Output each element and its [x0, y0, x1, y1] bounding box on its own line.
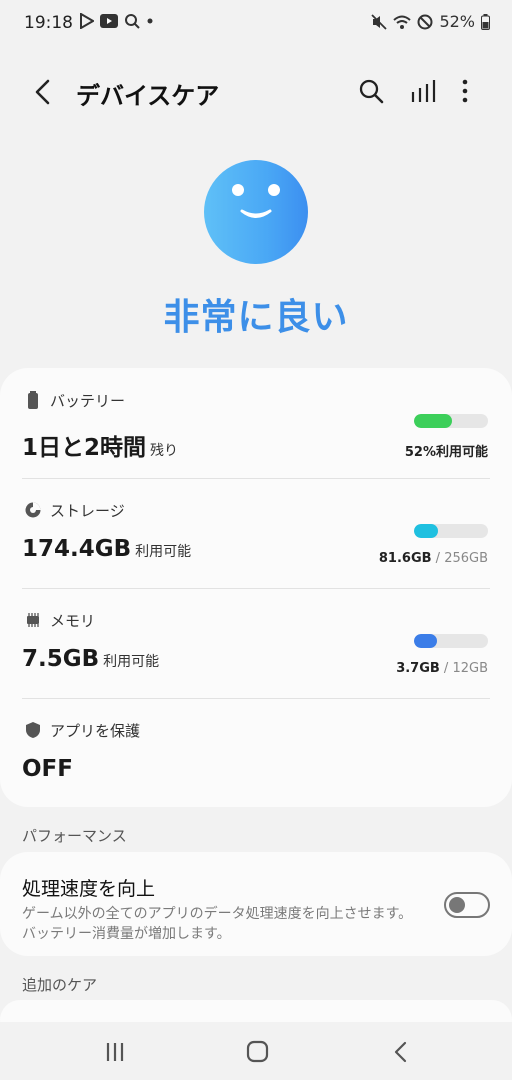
- home-icon[interactable]: [242, 1038, 272, 1066]
- battery-remaining-value: 1日と2時間 残り: [22, 435, 179, 461]
- youtube-icon: [100, 14, 118, 28]
- play-store-icon: [80, 13, 94, 29]
- device-care-summary-card: バッテリー 1日と2時間 残り 52%利用可能 ストレージ 174.4GB 利用可能…: [0, 368, 512, 807]
- battery-icon: [481, 13, 490, 30]
- memory-section[interactable]: メモリ 7.5GB 利用可能 3.7GB / 12GB: [0, 588, 512, 698]
- more-icon[interactable]: [450, 76, 480, 106]
- battery-level-fill: [414, 414, 453, 428]
- boost-processing-title: 処理速度を向上: [22, 878, 156, 900]
- stats-icon[interactable]: [408, 76, 438, 106]
- recents-icon[interactable]: [100, 1038, 130, 1066]
- app-header: デバイスケア: [0, 62, 512, 120]
- storage-usage-text: 81.6GB / 256GB: [378, 551, 488, 566]
- notification-dot-icon: [147, 18, 153, 24]
- storage-section[interactable]: ストレージ 174.4GB 利用可能 81.6GB / 256GB: [0, 478, 512, 588]
- memory-chip-icon: [27, 613, 39, 627]
- battery-percent: 52%: [439, 12, 475, 31]
- battery-label: バッテリー: [50, 392, 126, 410]
- app-protection-value: OFF: [22, 756, 73, 782]
- app-protection-section[interactable]: アプリを保護 OFF: [0, 698, 512, 807]
- page-title: デバイスケア: [76, 82, 220, 110]
- boost-processing-card[interactable]: 処理速度を向上 ゲーム以外の全てのアプリのデータ処理速度を向上させます。バッテリ…: [0, 852, 512, 956]
- do-not-disturb-icon: [417, 14, 433, 29]
- battery-level-bar: [414, 414, 488, 428]
- memory-available-value: 7.5GB 利用可能: [22, 646, 160, 672]
- smiley-face-icon: [204, 160, 308, 264]
- status-bar: 19:18 52%: [0, 0, 512, 46]
- storage-label: ストレージ: [50, 502, 125, 520]
- status-time: 19:18: [24, 13, 73, 33]
- pie-chart-icon: [25, 502, 41, 518]
- storage-usage-fill: [414, 524, 438, 538]
- battery-icon: [28, 391, 38, 409]
- back-arrow-icon[interactable]: [28, 76, 60, 108]
- back-icon[interactable]: [386, 1038, 416, 1066]
- shield-icon: [26, 722, 40, 738]
- memory-usage-text: 3.7GB / 12GB: [396, 661, 488, 676]
- toggle-knob: [449, 897, 465, 913]
- performance-heading: パフォーマンス: [22, 827, 127, 845]
- search-icon[interactable]: [356, 76, 386, 106]
- boost-processing-description: ゲーム以外の全てのアプリのデータ処理速度を向上させます。バッテリー消費量が増加し…: [22, 906, 413, 942]
- battery-available-text: 52%利用可能: [404, 445, 488, 460]
- memory-label: メモリ: [50, 612, 96, 630]
- device-status-text: 非常に良い: [163, 297, 349, 338]
- assistant-icon: [125, 14, 140, 29]
- additional-care-heading: 追加のケア: [22, 976, 98, 994]
- storage-available-value: 174.4GB 利用可能: [22, 536, 192, 562]
- navigation-bar: [0, 1022, 512, 1080]
- storage-usage-bar: [414, 524, 488, 538]
- memory-usage-fill: [414, 634, 437, 648]
- mute-icon: [371, 13, 388, 30]
- app-protection-label: アプリを保護: [50, 722, 141, 740]
- boost-processing-toggle[interactable]: [444, 892, 490, 918]
- memory-usage-bar: [414, 634, 488, 648]
- battery-section[interactable]: バッテリー 1日と2時間 残り 52%利用可能: [0, 368, 512, 478]
- wifi-icon: [393, 15, 412, 29]
